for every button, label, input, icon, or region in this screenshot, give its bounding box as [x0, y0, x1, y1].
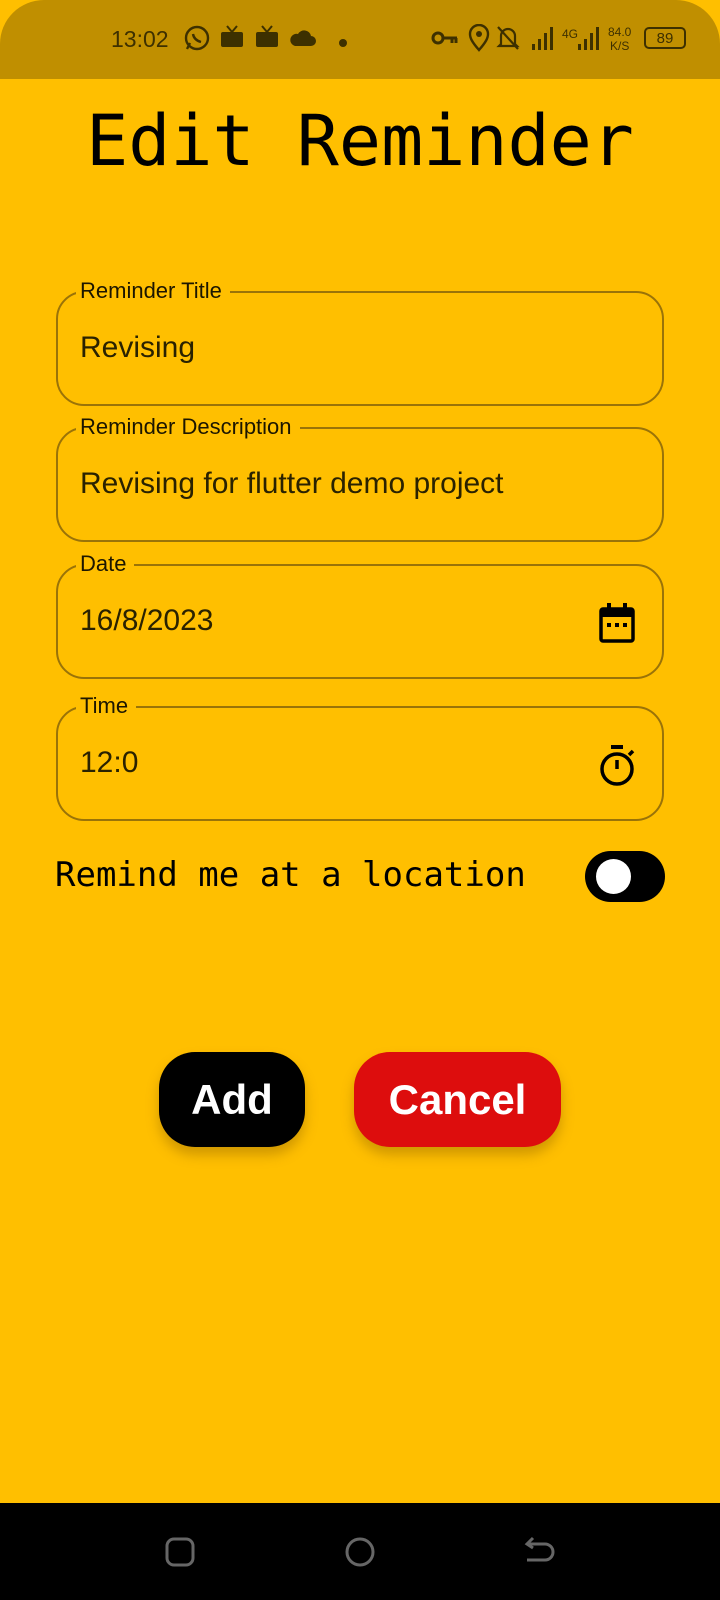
reminder-description-field[interactable]: Reminder Description Revising for flutte…	[56, 414, 664, 542]
timer-icon[interactable]	[598, 744, 636, 793]
vpn-key-icon	[430, 24, 460, 57]
whatsapp-icon	[183, 24, 211, 57]
cancel-button[interactable]: Cancel	[354, 1052, 561, 1147]
recents-square-icon[interactable]	[164, 1536, 196, 1573]
time-label: Time	[76, 693, 137, 719]
reminder-title-input[interactable]: Revising	[80, 331, 195, 365]
bell-off-icon	[495, 24, 521, 57]
location-toggle-label: Remind me at a location	[55, 855, 526, 895]
battery-level: 89	[656, 30, 674, 47]
time-field[interactable]: Time 12:0	[56, 693, 664, 821]
battery-icon: 89	[644, 27, 686, 49]
reminder-title-field[interactable]: Reminder Title Revising	[56, 278, 664, 406]
dot-icon	[338, 35, 348, 53]
date-input[interactable]: 16/8/2023	[80, 604, 213, 638]
toggle-knob	[596, 859, 631, 894]
time-input[interactable]: 12:0	[80, 746, 138, 780]
status-time: 13:02	[111, 26, 169, 52]
speed-value: 84.0	[608, 25, 632, 39]
navigation-bar	[0, 1503, 720, 1600]
signal-icon	[576, 24, 602, 57]
location-toggle[interactable]	[585, 851, 665, 902]
reminder-description-label: Reminder Description	[76, 414, 300, 440]
page-title: Edit Reminder	[86, 100, 634, 182]
home-circle-icon[interactable]	[344, 1536, 376, 1573]
signal-icon	[530, 24, 556, 57]
add-button[interactable]: Add	[159, 1052, 305, 1147]
back-arrow-icon[interactable]	[523, 1536, 557, 1573]
speed-unit: K/S	[610, 39, 630, 53]
reminder-title-label: Reminder Title	[76, 278, 230, 304]
network-speed: 84.0 K/S	[608, 25, 631, 53]
tv-icon	[253, 24, 281, 57]
reminder-description-input[interactable]: Revising for flutter demo project	[80, 467, 504, 501]
calendar-icon[interactable]	[598, 602, 636, 649]
tv-icon	[218, 24, 246, 57]
location-icon	[466, 23, 492, 57]
date-label: Date	[76, 551, 135, 577]
date-field[interactable]: Date 16/8/2023	[56, 551, 664, 679]
status-bar: 13:02 4G 84.0 K/S 89	[0, 0, 720, 79]
cloud-icon	[288, 24, 318, 57]
